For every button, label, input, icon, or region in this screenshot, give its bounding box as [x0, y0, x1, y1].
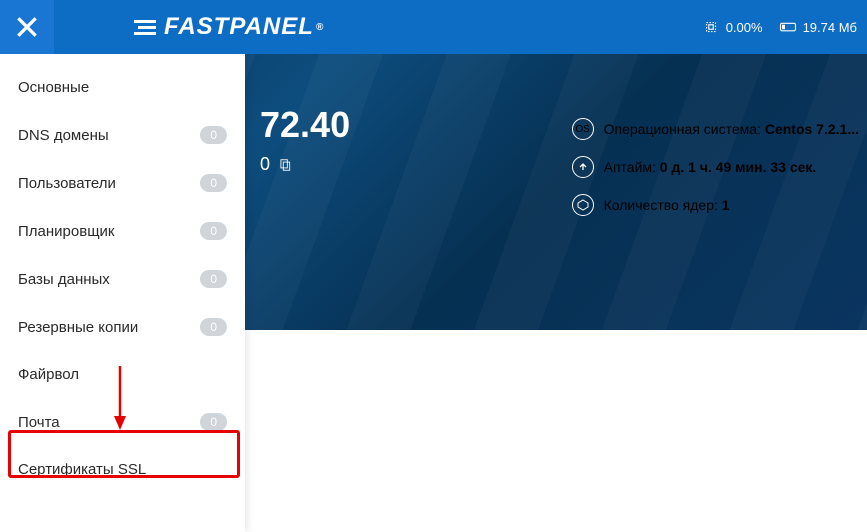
- sidebar-item-users[interactable]: Пользователи 0: [0, 159, 245, 207]
- server-info: OS Операционная система: Centos 7.2.1...…: [572, 118, 859, 232]
- sidebar-badge: 0: [200, 174, 227, 192]
- memory-value: 19.74 Мб: [803, 20, 857, 35]
- sidebar-item-label: Планировщик: [18, 223, 114, 240]
- memory-stat[interactable]: 19.74 Мб: [779, 18, 857, 36]
- sidebar-item-ssl[interactable]: Сертификаты SSL: [0, 446, 245, 493]
- ip-sub-text: 0: [260, 154, 270, 175]
- memory-icon: [779, 18, 797, 36]
- uptime-value: 0 д. 1 ч. 49 мин. 33 сек.: [660, 159, 817, 175]
- cores-row: Количество ядер: 1: [572, 194, 859, 216]
- cores-label: Количество ядер:: [604, 197, 718, 213]
- uptime-row: Аптайм: 0 д. 1 ч. 49 мин. 33 сек.: [572, 156, 859, 178]
- brand-logo[interactable]: FASTPANEL ®: [134, 13, 324, 41]
- sidebar-item-label: Пользователи: [18, 175, 116, 192]
- sidebar-item-cron[interactable]: Планировщик 0: [0, 207, 245, 255]
- sidebar-item-label: Файрвол: [18, 366, 79, 383]
- cores-icon: [572, 194, 594, 216]
- cpu-icon: [702, 18, 720, 36]
- sidebar-item-label: Базы данных: [18, 271, 110, 288]
- sidebar-badge: 0: [200, 413, 227, 431]
- sidebar-item-label: DNS домены: [18, 127, 109, 144]
- sidebar-item-label: Почта: [18, 414, 60, 431]
- uptime-icon: [572, 156, 594, 178]
- sidebar-badge: 0: [200, 270, 227, 288]
- brand-text: FASTPANEL: [164, 13, 314, 41]
- sidebar-item-label: Сертификаты SSL: [18, 461, 146, 478]
- top-stats: 0.00% 19.74 Мб: [702, 18, 857, 36]
- close-button[interactable]: [0, 0, 54, 54]
- cores-value: 1: [722, 197, 730, 213]
- cpu-value: 0.00%: [726, 20, 763, 35]
- sidebar-item-label: Резервные копии: [18, 319, 138, 336]
- sidebar-badge: 0: [200, 318, 227, 336]
- sidebar-item-firewall[interactable]: Файрвол: [0, 351, 245, 398]
- sidebar-item-main[interactable]: Основные: [0, 64, 245, 111]
- copy-icon[interactable]: [278, 158, 292, 172]
- uptime-label: Аптайм:: [604, 159, 656, 175]
- os-icon: OS: [572, 118, 594, 140]
- sidebar-item-mail[interactable]: Почта 0: [0, 398, 245, 446]
- os-value: Centos 7.2.1...: [765, 121, 859, 137]
- sidebar-badge: 0: [200, 222, 227, 240]
- os-row: OS Операционная система: Centos 7.2.1...: [572, 118, 859, 140]
- top-bar: FASTPANEL ® 0.00% 19.74 Мб: [0, 0, 867, 54]
- sidebar-item-db[interactable]: Базы данных 0: [0, 255, 245, 303]
- sidebar-item-backup[interactable]: Резервные копии 0: [0, 303, 245, 351]
- cpu-stat[interactable]: 0.00%: [702, 18, 763, 36]
- brand-reg: ®: [316, 22, 324, 33]
- sidebar-badge: 0: [200, 126, 227, 144]
- sidebar-item-dns[interactable]: DNS домены 0: [0, 111, 245, 159]
- sidebar-item-label: Основные: [18, 79, 89, 96]
- sidebar: Основные DNS домены 0 Пользователи 0 Пла…: [0, 54, 245, 532]
- close-icon: [14, 14, 40, 40]
- os-label: Операционная система:: [604, 121, 761, 137]
- logo-icon: [134, 20, 156, 35]
